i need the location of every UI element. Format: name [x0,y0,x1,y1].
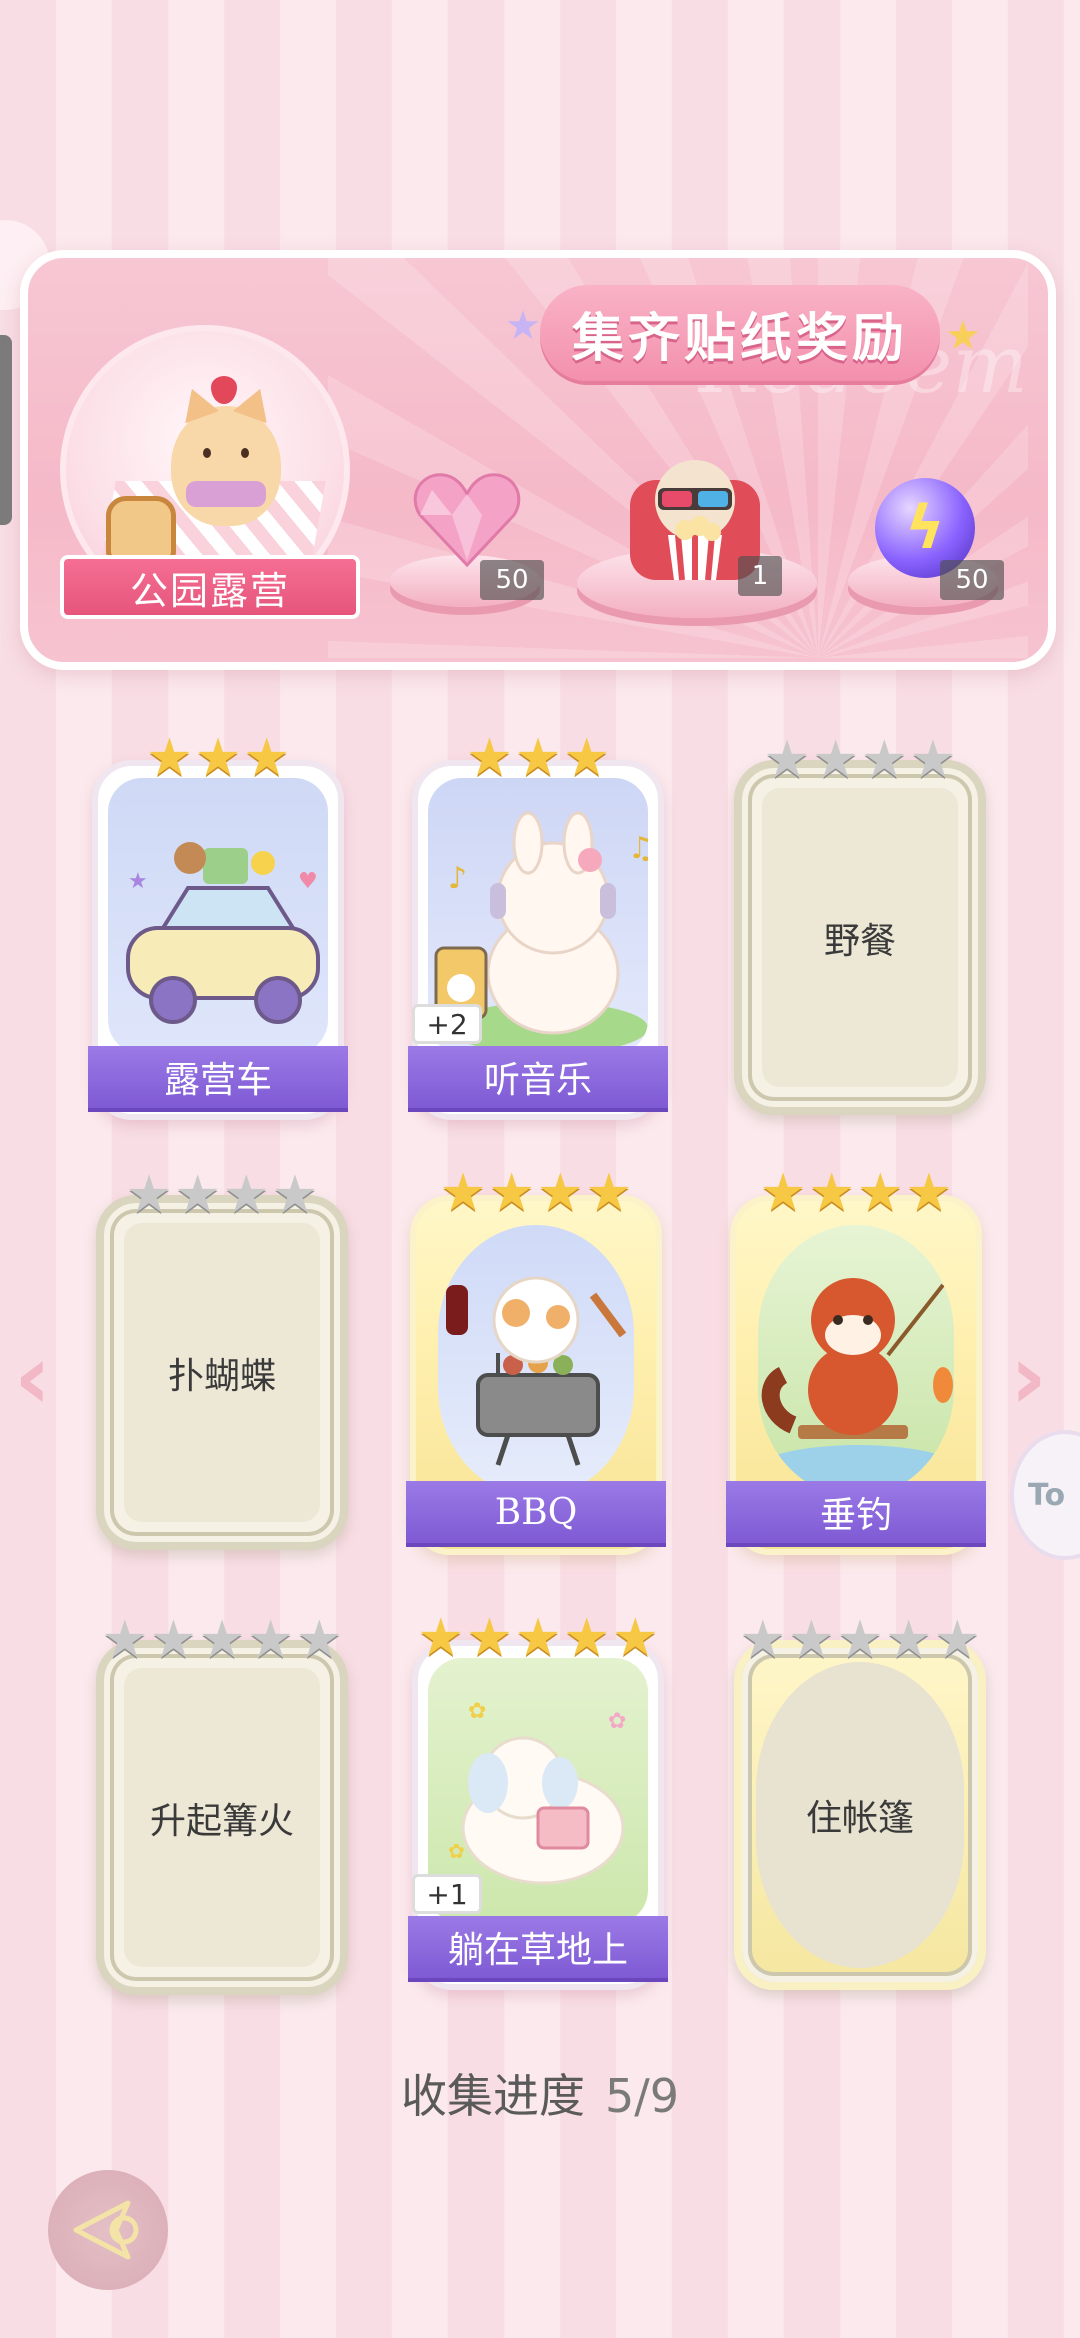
star-icon: ★ [861,730,908,790]
prev-page-arrow[interactable]: ‹ [14,1325,51,1430]
star-rating: ★ ★ ★ ★ ★ [417,1608,659,1668]
sticker-label: 住帐篷 [805,1798,914,1839]
next-page-arrow[interactable]: › [1010,1325,1047,1430]
star-rating: ★ ★ ★ ★ ★ [739,1610,981,1670]
star-icon: ★ [537,1163,584,1223]
star-icon: ★ [857,1163,904,1223]
star-icon: ★ [488,1163,535,1223]
star-icon: ★ [905,1163,953,1223]
star-icon: ★ [466,1608,513,1668]
sticker-illustration [438,1225,634,1497]
star-icon: ★ [514,728,562,788]
collection-progress: 收集进度 5/9 [0,2060,1080,2126]
star-rating: ★ ★ ★ ★ [104,1169,340,1221]
sticker-name-bar: 露营车 [88,1046,348,1108]
back-arrow-icon [73,2200,139,2260]
star-rating: ★ ★ ★ ★ ★ [101,1610,343,1670]
back-button[interactable] [48,2170,168,2290]
svg-text:✿: ✿ [608,1709,626,1734]
star-icon: ★ [563,728,610,788]
star-icon: ★ [788,1610,835,1670]
star-icon: ★ [808,1163,855,1223]
star-rating: ★ ★ ★ [418,732,658,784]
svg-text:♪: ♪ [448,861,467,896]
star-icon: ★ [836,1610,884,1670]
star-icon: ★ [466,728,513,788]
star-icon: ★ [194,728,242,788]
strawberry-icon [211,376,237,404]
sticker-card-locked[interactable]: ★ ★ ★ ★ ★ 升起篝火 [96,1614,348,1995]
star-icon: ★ [514,1608,562,1668]
svg-text:♫: ♫ [628,831,648,866]
star-icon: ★ [247,1610,294,1670]
star-rating: ★ ★ ★ ★ [416,1167,656,1219]
star-icon: ★ [295,1610,343,1670]
star-icon: ★ [271,1165,319,1225]
star-icon: ★ [417,1608,465,1668]
star-icon: ★ [439,1163,487,1223]
svg-text:★: ★ [128,869,148,894]
star-rating: ★ ★ ★ ★ [736,1167,976,1219]
star-icon: ★ [933,1610,981,1670]
star-icon: ★ [125,1165,173,1225]
reward-count-badge: 50 [480,560,544,600]
sparkle-star-icon: ★ [945,313,981,359]
star-icon: ★ [763,730,811,790]
star-icon: ★ [739,1610,787,1670]
star-icon: ★ [563,1608,610,1668]
reward-count-badge: 1 [738,556,782,596]
progress-label: 收集进度 [400,2069,585,2123]
star-icon: ★ [759,1163,807,1223]
duplicate-count-badge: +2 [412,1004,482,1044]
toast-icon [106,496,176,562]
side-floating-button[interactable]: To [1010,1430,1080,1560]
sticker-card[interactable]: ★ ★ ★ ★ 垂钓 [726,1167,986,1555]
banner-title: 集齐贴纸奖励 [540,285,940,381]
sticker-card-locked[interactable]: ★ ★ ★ ★ 野餐 [734,734,986,1115]
sticker-label: 升起篝火 [149,1800,294,1842]
star-icon: ★ [885,1610,932,1670]
star-icon: ★ [223,1165,270,1225]
star-icon: ★ [174,1165,221,1225]
sticker-card-locked[interactable]: ★ ★ ★ ★ ★ 住帐篷 [734,1614,986,1990]
star-icon: ★ [909,730,957,790]
sticker-card[interactable]: ★ ★ ★ ★ BBQ [406,1167,666,1555]
svg-text:✿: ✿ [448,1839,465,1863]
star-icon: ★ [812,730,859,790]
svg-text:✿: ✿ [468,1699,486,1724]
progress-value: 5/9 [604,2069,680,2123]
sticker-name-bar: 躺在草地上 [408,1916,668,1978]
duplicate-count-badge: +1 [412,1874,482,1914]
album-name-ribbon: 公园露营 [60,555,360,619]
sticker-name-bar: 听音乐 [408,1046,668,1108]
sticker-label: 野餐 [823,920,896,962]
heart-gem-icon [413,473,521,568]
sticker-card-locked[interactable]: ★ ★ ★ ★ 扑蝴蝶 [96,1169,348,1550]
star-icon: ★ [585,1163,633,1223]
sticker-label: 扑蝴蝶 [167,1355,276,1397]
cat-illustration [171,382,281,526]
sparkle-star-icon: ★ [505,303,541,349]
sticker-card[interactable]: ★ ★ ★ ★ ★ ✿ ✿ ✿ +1 躺在草地上 [408,1612,668,1990]
sticker-illustration: ★ ♥ [108,778,328,1054]
star-icon: ★ [198,1610,246,1670]
sticker-name-bar: BBQ [406,1481,666,1543]
star-rating: ★ ★ ★ ★ [742,734,978,786]
sticker-card[interactable]: ★ ★ ★ ★ ♥ 露营车 [88,732,348,1120]
svg-text:♥: ♥ [298,869,318,894]
star-icon: ★ [146,728,193,788]
reward-count-badge: 50 [940,560,1004,600]
star-rating: ★ ★ ★ [98,732,338,784]
left-edge-tab[interactable] [0,335,12,525]
star-icon: ★ [243,728,290,788]
sticker-illustration [758,1225,954,1497]
sticker-name-bar: 垂钓 [726,1481,986,1543]
star-icon: ★ [150,1610,197,1670]
star-icon: ★ [101,1610,149,1670]
sticker-card[interactable]: ★ ★ ★ ♪ ♫ +2 听音乐 [408,732,668,1120]
star-icon: ★ [611,1608,659,1668]
